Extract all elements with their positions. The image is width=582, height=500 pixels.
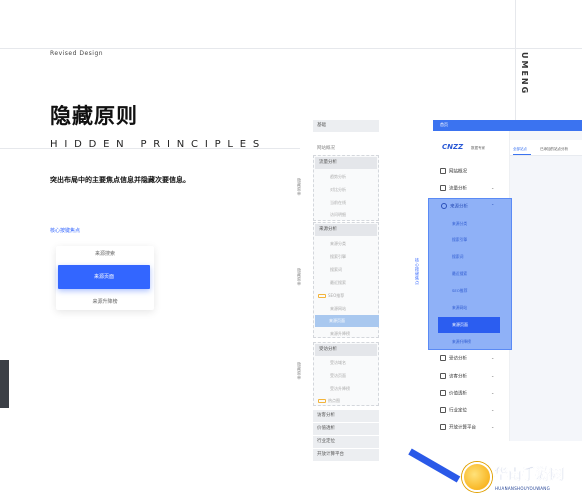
mid-menu-top-head[interactable]: 基础 — [313, 120, 379, 132]
app-top-bar — [433, 120, 582, 131]
mid-group1-subhead[interactable]: 流量分析 — [315, 157, 377, 169]
nav-label: 网站概况 — [449, 169, 467, 175]
nav-item-visitors[interactable]: 访客分析 — [440, 373, 467, 380]
overview-icon — [440, 168, 446, 174]
hidden-menu-label: 隐藏菜单 — [297, 362, 302, 380]
watermark-subtext: HUANANSHOUYOUWANG — [495, 486, 550, 491]
nav-label: 价值透析 — [449, 391, 467, 397]
nav-label: 开放计算平台 — [449, 425, 476, 431]
mid-group3-head[interactable]: 受访分析 — [315, 344, 377, 356]
mid-bottom-item[interactable]: 开放计算平台 — [313, 449, 379, 461]
mid-bottom-item[interactable]: 行业定位 — [313, 436, 379, 448]
focus-link-label[interactable]: 核心按键焦点 — [50, 227, 80, 234]
submenu-item[interactable]: 来源升降榜 — [452, 339, 471, 345]
nav-label: 行业定位 — [449, 408, 467, 414]
mid-item[interactable]: 当前在线 — [330, 200, 346, 206]
mid-item[interactable]: 来源分类 — [330, 241, 346, 247]
nav-item-open-platform[interactable]: 开放计算平台 — [440, 424, 476, 431]
traffic-icon — [440, 185, 446, 191]
hidden-menu-label: 隐藏菜单 — [297, 268, 302, 286]
submenu-item-selected[interactable]: 来源页面 — [438, 317, 500, 333]
pages-icon — [440, 355, 446, 361]
nav-label: 流量分析 — [449, 186, 467, 192]
new-tag-icon — [318, 399, 326, 403]
submenu-item[interactable]: 最近搜索 — [452, 271, 467, 277]
guide-line-right — [515, 0, 516, 120]
mid-bottom-item[interactable]: 访客分析 — [313, 410, 379, 422]
watermark-text: 华南手游网 — [494, 467, 564, 483]
mid-group2-head[interactable]: 来源分析 — [315, 224, 377, 236]
cnzz-logo: CNZZ — [442, 143, 464, 151]
nav-item-industry[interactable]: 行业定位 — [440, 407, 467, 414]
guide-line-top — [0, 48, 582, 49]
mid-item-tagged[interactable]: 热点图 — [318, 398, 340, 404]
nav-item-overview[interactable]: 网站概况 — [440, 168, 467, 175]
decorative-accent-bar — [408, 448, 461, 483]
submenu-item[interactable]: 来源分类 — [452, 221, 467, 227]
mid-item[interactable]: 搜索词 — [330, 267, 342, 273]
platform-icon — [440, 424, 446, 430]
chevron-down-icon[interactable]: ⌄ — [491, 407, 494, 412]
demo-option-selected[interactable]: 来源页面 — [58, 265, 150, 289]
mid-item[interactable]: 搜索引擎 — [330, 254, 346, 260]
hidden-menu-label: 隐藏菜单 — [297, 178, 302, 196]
nav-label: 来源分析 — [450, 204, 468, 210]
page-title-en: HIDDEN PRINCIPLES — [50, 139, 267, 150]
nav-item-value[interactable]: 价值透析 — [440, 390, 467, 397]
tab-added-sites[interactable]: 已添加的站点分析 — [540, 147, 568, 152]
chevron-down-icon[interactable]: ⌄ — [491, 355, 494, 360]
mid-item[interactable]: 来源网站 — [330, 306, 346, 312]
submenu-item[interactable]: 搜索词 — [452, 254, 463, 260]
chevron-down-icon[interactable]: ⌄ — [491, 185, 494, 190]
page-subtitle: 突出布局中的主要焦点信息并隐藏次要信息。 — [50, 176, 190, 184]
industry-icon — [440, 407, 446, 413]
submenu-item[interactable]: 来源网站 — [452, 305, 467, 311]
nav-item-pages[interactable]: 受访分析 — [440, 355, 467, 362]
tab-all-sites[interactable]: 全部站点 — [513, 147, 527, 152]
nav-label: 访客分析 — [449, 374, 467, 380]
demo-option[interactable]: 来源搜索 — [56, 250, 154, 257]
nav-item-source-expanded[interactable]: 来源分析 — [441, 203, 468, 210]
chevron-down-icon[interactable]: ⌄ — [491, 373, 494, 378]
chevron-down-icon[interactable]: ⌄ — [491, 390, 494, 395]
watermark-logo-icon — [462, 462, 492, 492]
nav-item-traffic[interactable]: 流量分析 — [440, 185, 467, 192]
chevron-up-icon[interactable]: ⌃ — [491, 203, 494, 208]
nav-label: 受访分析 — [449, 356, 467, 362]
demo-dropdown-card: 来源搜索 来源页面 来源升降榜 — [56, 246, 154, 310]
page-title: 隐藏原则 — [50, 104, 138, 128]
brand-vertical: UMENG — [520, 52, 529, 96]
revised-design-label: Revised Design — [50, 50, 104, 57]
mid-bottom-item[interactable]: 价值透析 — [313, 423, 379, 435]
logo-subtitle: 数据专家 — [471, 146, 485, 150]
mid-menu-group1-head[interactable]: 网站概况 — [313, 143, 379, 155]
site-watermark: 华南手游网 HUANANSHOUYOUWANG — [462, 460, 582, 500]
submenu-item[interactable]: SEO推荐 — [452, 288, 467, 294]
mid-item[interactable]: 趋势分析 — [330, 174, 346, 180]
value-icon — [440, 390, 446, 396]
source-icon — [441, 203, 447, 209]
mid-item-tagged[interactable]: SEO推荐 — [318, 293, 344, 299]
mid-item-label: 热点图 — [328, 398, 340, 403]
submenu-item[interactable]: 搜索引擎 — [452, 237, 467, 243]
mid-item[interactable]: 受访页面 — [330, 373, 346, 379]
mid-item[interactable]: 受访升降榜 — [330, 386, 350, 392]
chevron-down-icon[interactable]: ⌄ — [491, 424, 494, 429]
mid-item[interactable]: 访问明细 — [330, 212, 346, 218]
mid-item[interactable]: 受访域名 — [330, 360, 346, 366]
app-content-area — [510, 131, 582, 441]
demo-option[interactable]: 来源升降榜 — [56, 298, 154, 305]
new-tag-icon — [318, 294, 326, 298]
app-bar-label[interactable]: 首页 — [440, 122, 448, 128]
mid-item[interactable]: 来源升降榜 — [330, 331, 350, 337]
mid-item[interactable]: 最近搜索 — [330, 280, 346, 286]
mid-item-label: SEO推荐 — [328, 293, 345, 298]
mid-item-selected[interactable]: 来源页面 — [315, 315, 379, 327]
focus-vertical-label: 核心按键焦点 — [415, 258, 420, 285]
tab-underline — [513, 154, 531, 155]
visitors-icon — [440, 373, 446, 379]
mid-item[interactable]: 对比分析 — [330, 187, 346, 193]
dark-edge-block — [0, 360, 9, 408]
